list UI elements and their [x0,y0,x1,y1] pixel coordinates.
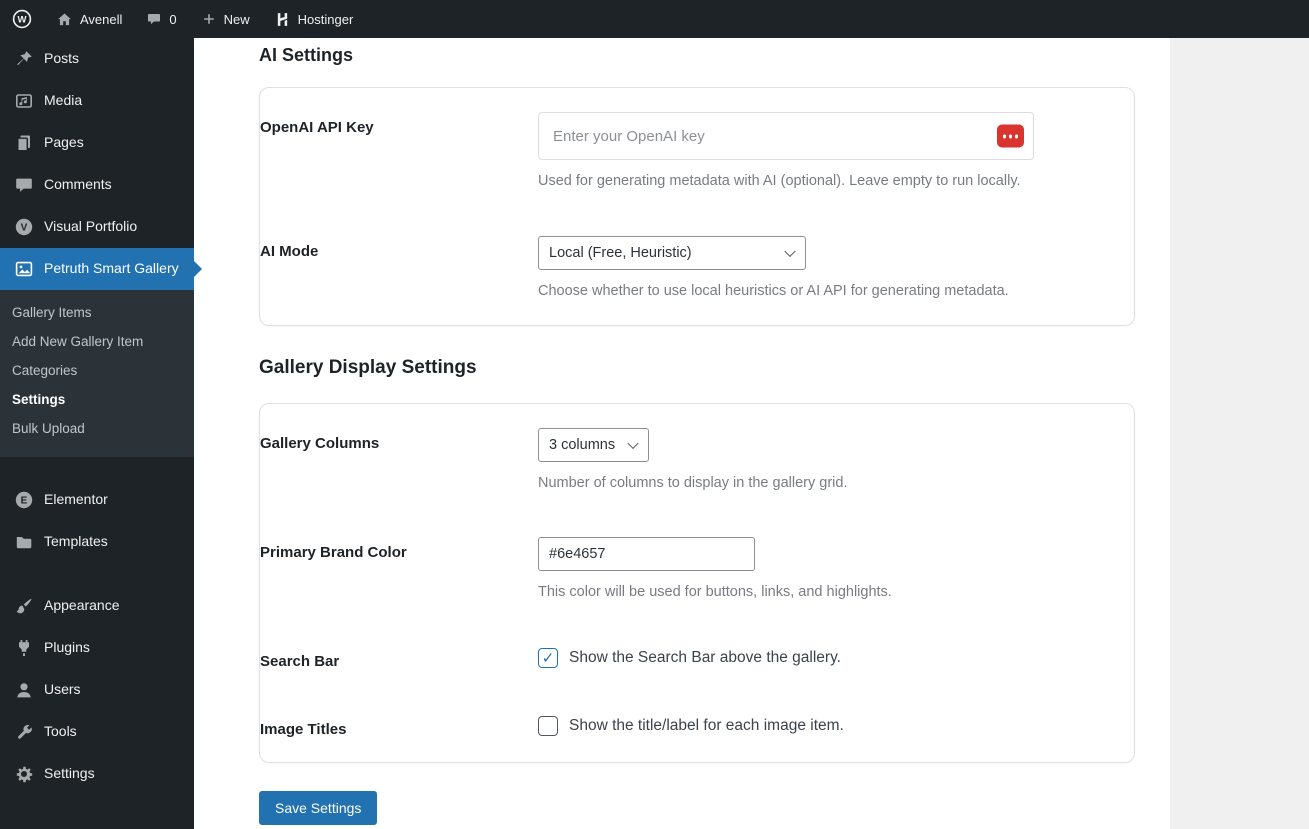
main-content: AI Settings OpenAI API Key Used for gene… [194,38,1309,829]
sidebar-item-settings[interactable]: Settings [0,753,194,795]
sidebar-item-users[interactable]: Users [0,669,194,711]
gallery-columns-select[interactable]: 3 columns [538,427,649,462]
search-bar-label: Search Bar [260,653,340,671]
admin-bar: W Avenell 0 New Hostinger [0,0,1309,38]
new-label: New [223,11,250,27]
sidebar-subitem-categories[interactable]: Categories [0,356,194,385]
menu-separator [0,457,194,479]
gallery-display-settings-card: Gallery Columns 3 columns Number of colu… [259,402,1135,764]
sidebar-item-label: Pages [44,134,84,151]
sidebar-item-media[interactable]: Media [0,80,194,122]
sidebar-item-plugins[interactable]: Plugins [0,627,194,669]
comment-bubble-icon [146,11,162,27]
search-bar-row: Search Bar Show the Search Bar above the… [260,646,1134,670]
hostinger-label: Hostinger [297,11,354,27]
visual-portfolio-icon: V [14,217,34,237]
sidebar-item-templates[interactable]: Templates [0,521,194,563]
sidebar-item-label: Tools [44,723,77,740]
gallery-columns-row: Gallery Columns 3 columns Number of colu… [260,427,1134,493]
gallery-columns-label: Gallery Columns [260,434,380,452]
home-icon [56,11,73,28]
openai-api-key-help: Used for generating metadata with AI (op… [538,173,1021,190]
ai-settings-heading: AI Settings [259,45,354,65]
sidebar-item-label: Petruth Smart Gallery [44,260,179,277]
brand-color-help: This color will be used for buttons, lin… [538,583,892,600]
comments-count: 0 [169,11,177,27]
wordpress-logo-icon: W [12,9,32,29]
hostinger-menu[interactable]: Hostinger [262,0,366,38]
sidebar-item-label: Plugins [44,639,90,656]
sidebar-subitem-bulk-upload[interactable]: Bulk Upload [0,414,194,443]
sidebar-item-label: Posts [44,50,80,67]
search-bar-checkbox-label: Show the Search Bar above the gallery. [569,649,841,667]
sidebar-item-pages[interactable]: Pages [0,122,194,164]
sidebar-subitem-settings[interactable]: Settings [0,385,194,414]
elementor-icon: E [14,490,34,510]
ai-settings-card: OpenAI API Key Used for generating metad… [259,87,1135,326]
ai-mode-select[interactable]: Local (Free, Heuristic) [538,235,806,270]
menu-separator [0,563,194,585]
users-icon [14,680,34,700]
comments-icon [14,175,34,195]
sidebar-item-label: Templates [44,533,108,550]
tools-wrench-icon [14,722,34,742]
sidebar-item-label: Media [44,92,83,109]
sidebar-item-label: Elementor [44,491,108,508]
brand-color-label: Primary Brand Color [260,543,407,561]
plugins-icon [14,638,34,658]
gallery-icon [14,259,34,279]
search-bar-checkbox[interactable] [538,648,558,669]
site-name-menu[interactable]: Avenell [44,0,134,38]
appearance-brush-icon [14,596,34,616]
image-titles-checkbox-label: Show the title/label for each image item… [569,717,844,735]
brand-color-input[interactable] [538,536,755,571]
openai-api-key-label: OpenAI API Key [260,119,374,137]
gear-icon [14,764,34,784]
sidebar-item-label: Visual Portfolio [44,218,138,235]
new-content-menu[interactable]: New [189,0,262,38]
hostinger-icon [274,11,291,28]
pin-icon [14,49,34,69]
settings-page-panel: AI Settings OpenAI API Key Used for gene… [194,38,1170,829]
sidebar-item-label: Comments [44,176,112,193]
sidebar-item-elementor[interactable]: E Elementor [0,479,194,521]
openai-api-key-input[interactable] [538,112,1034,161]
image-titles-label: Image Titles [260,721,347,739]
sidebar-item-tools[interactable]: Tools [0,711,194,753]
sidebar-item-label: Users [44,681,81,698]
image-titles-row: Image Titles Show the title/label for ea… [260,714,1134,738]
media-icon [14,91,34,111]
comments-menu[interactable]: 0 [134,0,188,38]
sidebar-item-posts[interactable]: Posts [0,38,194,80]
ai-mode-row: AI Mode Local (Free, Heuristic) Choose w… [260,235,1134,301]
ai-mode-label: AI Mode [260,242,319,260]
wp-logo-menu[interactable]: W [0,0,44,38]
pages-icon [14,133,34,153]
save-settings-button[interactable]: Save Settings [259,791,378,826]
sidebar-subitem-gallery-items[interactable]: Gallery Items [0,298,194,327]
sidebar-item-appearance[interactable]: Appearance [0,585,194,627]
sidebar-item-label: Settings [44,765,95,782]
ai-mode-help: Choose whether to use local heuristics o… [538,282,1009,299]
sidebar-item-comments[interactable]: Comments [0,164,194,206]
sidebar-item-petruth-smart-gallery[interactable]: Petruth Smart Gallery [0,248,194,290]
sidebar-item-visual-portfolio[interactable]: V Visual Portfolio [0,206,194,248]
gallery-columns-help: Number of columns to display in the gall… [538,474,848,491]
password-manager-icon[interactable] [997,124,1024,148]
templates-icon [14,532,34,552]
svg-text:E: E [21,496,28,507]
sidebar: Posts Media Pages Comments V Visual Port… [0,38,194,829]
svg-text:W: W [18,15,27,26]
petruth-submenu: Gallery Items Add New Gallery Item Categ… [0,290,194,457]
brand-color-row: Primary Brand Color This color will be u… [260,536,1134,602]
sidebar-item-label: Appearance [44,597,120,614]
site-name-label: Avenell [80,11,123,27]
sidebar-subitem-add-new-gallery-item[interactable]: Add New Gallery Item [0,327,194,356]
image-titles-checkbox[interactable] [538,716,558,737]
gallery-display-settings-heading: Gallery Display Settings [259,356,477,378]
plus-icon [201,11,217,27]
svg-text:V: V [21,223,28,234]
openai-api-key-row: OpenAI API Key Used for generating metad… [260,112,1134,191]
